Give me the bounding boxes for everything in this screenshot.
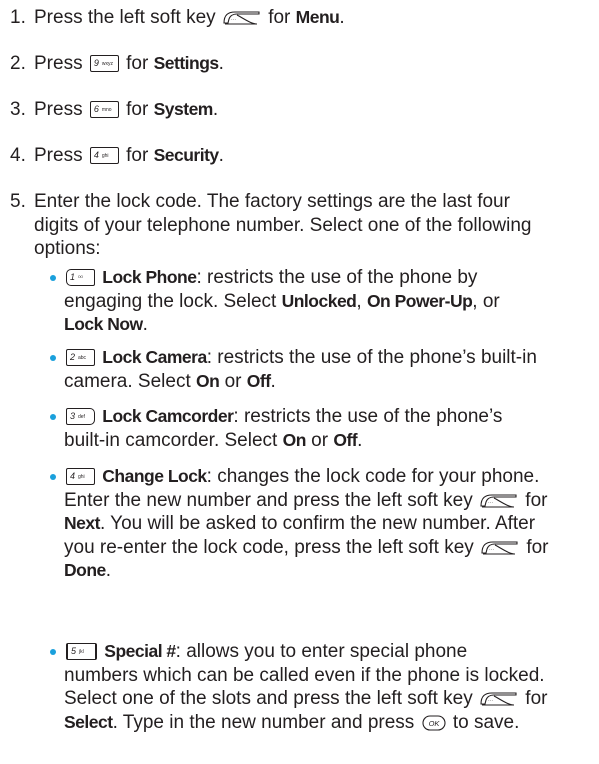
left-soft-key-icon: ··· [481,540,518,555]
step-number: 5. [10,191,26,212]
step-number: 3. [10,99,26,120]
key-5-icon: 5 jkl [66,643,97,660]
key-3-icon: 3 def [66,408,95,425]
system-label: System [153,99,214,119]
svg-text:···: ··· [488,698,493,704]
bullet-icon [50,275,56,281]
bullet-icon [50,474,56,480]
left-soft-key-icon: ··· [480,493,517,508]
key-6-icon: 6 mno [89,101,119,118]
option-title: Lock Camcorder [102,406,234,426]
option-title: Lock Phone [102,267,197,287]
key-4-icon: 4 ghi [66,468,95,485]
bullet-icon [50,355,56,361]
key-1-icon: 1 ᴼᴼ [66,269,95,286]
left-soft-key-icon: ··· [223,11,260,25]
step-number: 4. [10,145,26,166]
key-9-icon: 9 wxyz [89,55,119,72]
step-number: 2. [10,53,26,74]
option-title: Lock Camera [102,347,207,367]
option-title: Special # [104,641,176,661]
menu-label: Menu [295,7,340,27]
key-2-icon: 2 abc [66,349,95,366]
ok-key-icon: OK [422,714,446,731]
security-label: Security [153,145,220,165]
settings-label: Settings [153,53,220,73]
bullet-icon [50,649,56,655]
option-title: Change Lock [102,466,207,486]
step-number: 1. [10,7,26,28]
left-soft-key-icon: ··· [480,692,517,706]
svg-text:···: ··· [231,17,236,23]
key-4-icon: 4 ghi [89,147,119,164]
svg-text:···: ··· [488,500,493,506]
svg-text:···: ··· [489,547,494,553]
step-text: Press the left soft key [34,7,216,28]
bullet-icon [50,414,56,420]
svg-text:OK: OK [428,719,440,728]
